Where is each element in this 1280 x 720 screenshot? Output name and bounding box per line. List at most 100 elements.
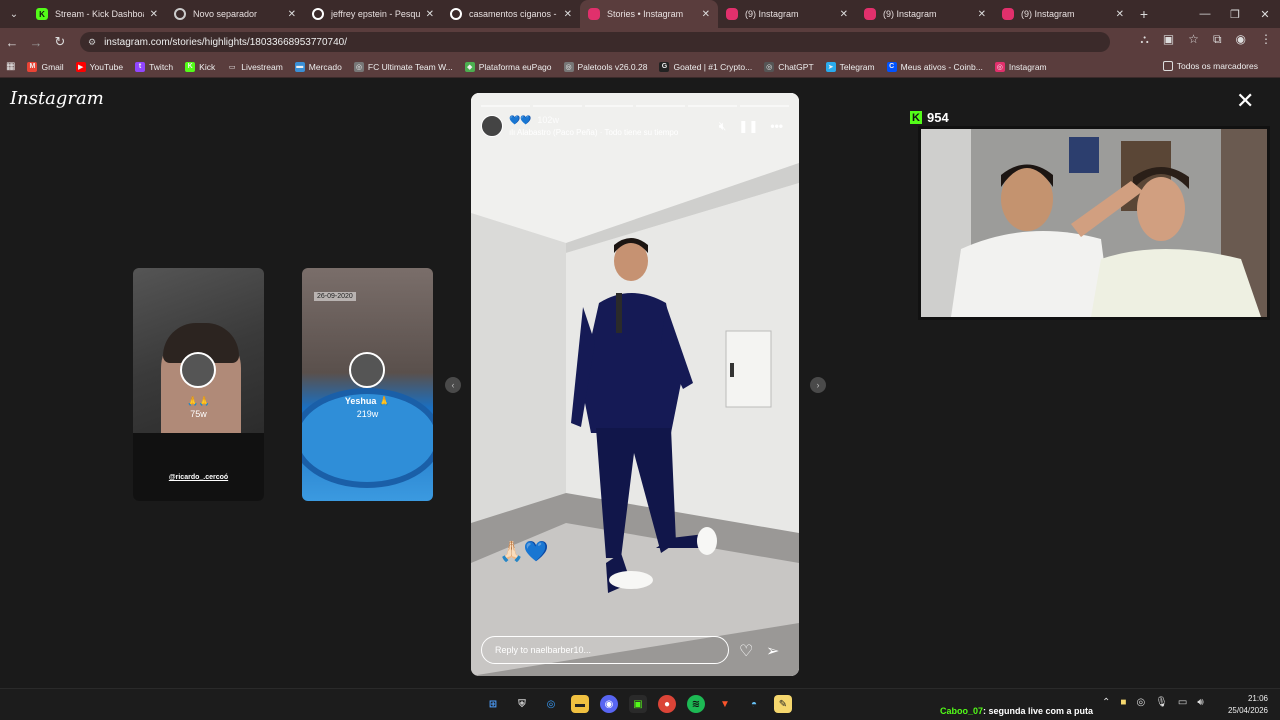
profile-avatar[interactable]: ◉ xyxy=(1236,32,1246,47)
like-heart-icon[interactable]: ♡ xyxy=(739,641,753,661)
bookmark-item[interactable]: K Kick xyxy=(185,61,215,72)
apps-icon[interactable]: ▦ xyxy=(6,61,15,72)
security-shield-icon[interactable]: ⛨ xyxy=(513,695,531,713)
network-icon[interactable]: ▭ xyxy=(1178,697,1187,708)
address-toolbar: ← → ↻ ⚙ instagram.com/stories/highlights… xyxy=(0,28,1280,56)
story-author-avatar[interactable] xyxy=(481,115,503,137)
minimize-button[interactable]: — xyxy=(1190,8,1220,20)
browser-tab[interactable]: K Stream - Kick Dashboard ✕ xyxy=(28,0,166,28)
side-story-2[interactable]: 26-09-2020 Yeshua 🙏 219w xyxy=(302,268,433,501)
browser-tab[interactable]: (9) Instagram ✕ xyxy=(994,0,1132,28)
kick-taskbar-icon[interactable]: ▣ xyxy=(629,695,647,713)
next-story-button[interactable]: › xyxy=(810,377,826,393)
close-tab-icon[interactable]: ✕ xyxy=(1116,9,1124,20)
bookmark-item[interactable]: ◎ FC Ultimate Team W... xyxy=(353,61,453,72)
close-window-button[interactable]: ✕ xyxy=(1250,8,1280,21)
close-tab-icon[interactable]: ✕ xyxy=(150,9,158,20)
tray-app-icon[interactable]: ■ xyxy=(1120,697,1126,708)
steam-icon[interactable]: ◓ xyxy=(745,695,763,713)
browser-tab[interactable]: jeffrey epstein - Pesquisa ✕ xyxy=(304,0,442,28)
progress-segment xyxy=(584,105,634,107)
browser-tab[interactable]: Stories • Instagram ✕ xyxy=(580,0,718,28)
browser-tab[interactable]: (9) Instagram ✕ xyxy=(718,0,856,28)
close-tab-icon[interactable]: ✕ xyxy=(840,9,848,20)
spotify-icon[interactable]: ≋ xyxy=(687,695,705,713)
cast-icon[interactable]: ▣ xyxy=(1163,32,1174,47)
browser-tab[interactable]: casamentos ciganos - Pes ✕ xyxy=(442,0,580,28)
close-tab-icon[interactable]: ✕ xyxy=(978,9,986,20)
edge-icon[interactable]: ◎ xyxy=(542,695,560,713)
share-send-icon[interactable]: ➢ xyxy=(766,641,779,661)
bookmark-label: YouTube xyxy=(89,61,124,72)
notes-icon[interactable]: ✎ xyxy=(774,695,792,713)
browser-tab[interactable]: Novo separador ✕ xyxy=(166,0,304,28)
mute-icon[interactable]: 🔇︎ xyxy=(719,119,727,134)
bookmark-item[interactable]: G Goated | #1 Crypto... xyxy=(659,61,752,72)
instagram-icon xyxy=(726,8,738,20)
system-clock[interactable]: 21:06 25/04/2026 xyxy=(1228,693,1268,717)
story-avatar xyxy=(349,352,385,388)
extensions-icon[interactable]: ⧉ xyxy=(1213,32,1222,47)
tab-search-button[interactable]: ⌄ xyxy=(0,0,28,28)
story-progress-bar xyxy=(481,105,789,107)
brave-icon[interactable]: ▼ xyxy=(716,695,734,713)
file-explorer-icon[interactable]: ▬ xyxy=(571,695,589,713)
all-bookmarks-label: Todos os marcadores xyxy=(1176,61,1258,71)
instagram-icon xyxy=(1002,8,1014,20)
close-tab-icon[interactable]: ✕ xyxy=(564,9,572,20)
all-bookmarks-folder[interactable]: Todos os marcadores xyxy=(1162,61,1258,71)
close-tab-icon[interactable]: ✕ xyxy=(426,9,434,20)
close-stories-icon[interactable]: ✕ xyxy=(1236,90,1254,112)
tab-title: Novo separador xyxy=(193,9,258,19)
translate-icon[interactable]: ⛬ xyxy=(1140,32,1148,47)
story-author-name[interactable]: 💙💙 xyxy=(509,115,531,126)
forward-button[interactable]: → xyxy=(24,35,48,50)
story-photo xyxy=(471,93,799,676)
google-icon xyxy=(312,8,324,20)
side-story-1[interactable]: 🙏🙏 75w @ricardo_.cercoó xyxy=(133,268,264,501)
bookmark-item[interactable]: C Meus ativos - Coinb... xyxy=(886,61,983,72)
bookmark-item[interactable]: ◎ ChatGPT xyxy=(764,61,814,72)
more-options-icon[interactable]: ••• xyxy=(770,119,783,134)
tab-title: Stream - Kick Dashboard xyxy=(55,9,144,19)
volume-icon[interactable]: 🔊︎ xyxy=(1197,697,1203,708)
menu-icon[interactable]: ⋮ xyxy=(1260,32,1272,47)
back-button[interactable]: ← xyxy=(0,35,24,50)
browser-tab[interactable]: (9) Instagram ✕ xyxy=(856,0,994,28)
tray-overflow-icon[interactable]: ⌃ xyxy=(1102,697,1110,708)
close-tab-icon[interactable]: ✕ xyxy=(288,9,296,20)
start-menu-icon[interactable]: ⊞ xyxy=(484,695,502,713)
bookmark-item[interactable]: ◎ Paletools v26.0.28 xyxy=(563,61,647,72)
story-viewer[interactable]: 💙💙 102w ılı Alabastro (Paco Peña) · Todo… xyxy=(471,93,799,676)
bookmark-item[interactable]: M Gmail xyxy=(27,61,64,72)
bookmark-label: Telegram xyxy=(839,61,875,72)
reply-input[interactable]: Reply to naelbarber10... xyxy=(481,636,729,664)
reply-placeholder: Reply to naelbarber10... xyxy=(495,645,592,655)
microphone-icon[interactable]: 🎙︎ xyxy=(1155,697,1168,708)
previous-story-button[interactable]: ‹ xyxy=(445,377,461,393)
discord-icon[interactable]: ◉ xyxy=(600,695,618,713)
bookmark-item[interactable]: t Twitch xyxy=(135,61,173,72)
close-tab-icon[interactable]: ✕ xyxy=(702,9,710,20)
bookmark-icon: ▬ xyxy=(294,61,305,72)
chrome-icon[interactable]: ● xyxy=(658,695,676,713)
bookmark-star-icon[interactable]: ☆ xyxy=(1188,32,1199,47)
kick-logo-icon: K xyxy=(910,111,922,124)
bookmark-item[interactable]: ▶ YouTube xyxy=(75,61,124,72)
tray-app-icon[interactable]: ◎ xyxy=(1136,697,1145,708)
reload-button[interactable]: ↻ xyxy=(48,34,72,50)
bookmark-item[interactable]: ◆ Plataforma euPago xyxy=(464,61,552,72)
bookmark-item[interactable]: ▬ Mercado xyxy=(294,61,342,72)
bookmark-item[interactable]: ▭ Livestream xyxy=(227,61,283,72)
site-info-icon[interactable]: ⚙ xyxy=(88,37,96,48)
url-bar[interactable]: ⚙ instagram.com/stories/highlights/18033… xyxy=(80,32,1110,52)
pause-icon[interactable]: ❚❚ xyxy=(738,119,758,134)
new-tab-button[interactable]: + xyxy=(1132,6,1156,22)
bookmark-item[interactable]: ➤ Telegram xyxy=(825,61,875,72)
restore-button[interactable]: ❐ xyxy=(1220,8,1250,21)
side-story-date: 26-09-2020 xyxy=(314,292,356,301)
story-music[interactable]: ılı Alabastro (Paco Peña) · Todo tiene s… xyxy=(509,128,678,137)
instagram-logo[interactable]: Instagram xyxy=(10,88,104,109)
bookmark-item[interactable]: ◎ Instagram xyxy=(994,61,1047,72)
tab-title: Stories • Instagram xyxy=(607,9,684,19)
